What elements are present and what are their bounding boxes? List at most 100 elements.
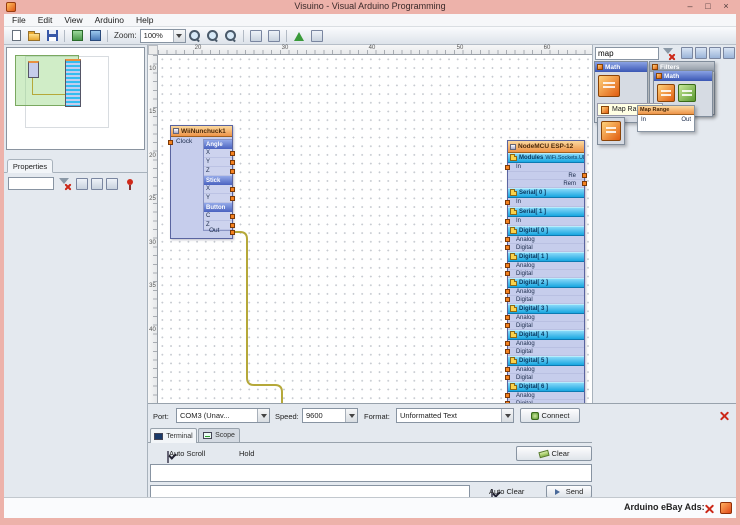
ebay-ad-icon[interactable] xyxy=(720,502,732,514)
map-range-icon-window[interactable] xyxy=(597,117,625,145)
remote-pin[interactable] xyxy=(582,173,587,178)
digital-pin[interactable] xyxy=(505,375,510,380)
connect-button[interactable]: Connect xyxy=(520,408,580,423)
expand-all-icon[interactable] xyxy=(106,178,118,190)
close-panel-icon[interactable] xyxy=(719,410,730,421)
angle-x-pin[interactable] xyxy=(230,151,235,156)
angle-z-pin[interactable] xyxy=(230,169,235,174)
component-search-input[interactable] xyxy=(595,47,659,60)
serial1-in-pin[interactable] xyxy=(505,219,510,224)
button-c-pin[interactable] xyxy=(230,214,235,219)
pin-panel-icon[interactable] xyxy=(124,178,136,190)
menu-arduino[interactable]: Arduino xyxy=(89,15,130,25)
analog-pin[interactable] xyxy=(505,341,510,346)
menu-file[interactable]: File xyxy=(6,15,32,25)
digital4-section[interactable]: Digital[ 4 ] xyxy=(508,330,584,340)
compile-button[interactable] xyxy=(290,28,308,44)
palette-tabs-icon[interactable] xyxy=(723,47,735,59)
stick-y-pin[interactable] xyxy=(230,196,235,201)
port-dropdown-button[interactable] xyxy=(257,409,269,422)
math-window-titlebar[interactable]: Math xyxy=(595,62,647,72)
overview-minimap[interactable] xyxy=(6,47,145,150)
analog-pin[interactable] xyxy=(505,367,510,372)
zoom-in-button[interactable] xyxy=(186,28,204,44)
palette-tree-icon[interactable] xyxy=(709,47,721,59)
out-pin[interactable] xyxy=(230,230,235,235)
close-ads-icon[interactable] xyxy=(704,503,715,514)
analog-pin[interactable] xyxy=(505,393,510,398)
speed-dropdown-button[interactable] xyxy=(345,409,357,422)
modules-section[interactable]: Modules WiFi.Sockets.UD xyxy=(508,153,584,163)
menu-edit[interactable]: Edit xyxy=(32,15,59,25)
clear-button[interactable]: Clear xyxy=(516,446,592,461)
components-button[interactable] xyxy=(68,28,86,44)
tab-properties[interactable]: Properties xyxy=(7,159,53,173)
tab-scope[interactable]: Scope xyxy=(198,428,240,442)
serial0-in-pin[interactable] xyxy=(505,200,510,205)
map-range-component-icon[interactable] xyxy=(601,121,621,141)
category-view-icon[interactable] xyxy=(76,178,88,190)
port-select[interactable]: COM3 (Unav... xyxy=(176,408,270,423)
digital6-section[interactable]: Digital[ 6 ] xyxy=(508,382,584,392)
serial1-section[interactable]: Serial[ 1 ] xyxy=(508,207,584,217)
design-canvas[interactable]: WiiNunchuck1 Clock Angle X Y Z Stick X Y… xyxy=(158,55,592,403)
tab-terminal[interactable]: Terminal xyxy=(150,428,197,443)
palette-list-icon[interactable] xyxy=(695,47,707,59)
minimize-button[interactable]: – xyxy=(681,0,699,13)
math-component-icon[interactable] xyxy=(657,84,675,102)
math-component-icon[interactable] xyxy=(598,75,620,97)
analog-pin[interactable] xyxy=(505,289,510,294)
zoom-fit-button[interactable] xyxy=(222,28,240,44)
digital2-section[interactable]: Digital[ 2 ] xyxy=(508,278,584,288)
analog-pin[interactable] xyxy=(505,237,510,242)
serial0-section[interactable]: Serial[ 0 ] xyxy=(508,188,584,198)
stick-x-pin[interactable] xyxy=(230,187,235,192)
properties-filter-icon[interactable] xyxy=(58,177,71,190)
analog-pin[interactable] xyxy=(505,263,510,268)
analog-pin[interactable] xyxy=(505,315,510,320)
digital-pin[interactable] xyxy=(505,297,510,302)
snap-toggle-button[interactable] xyxy=(265,28,283,44)
palette-view-icon[interactable] xyxy=(681,47,693,59)
open-button[interactable] xyxy=(25,28,43,44)
digital-pin[interactable] xyxy=(505,323,510,328)
digital-pin[interactable] xyxy=(505,349,510,354)
nodemcu-component[interactable]: NodeMCU ESP-12 Modules WiFi.Sockets.UD I… xyxy=(505,140,587,403)
format-dropdown-button[interactable] xyxy=(501,409,513,422)
speed-select[interactable]: 9600 xyxy=(302,408,358,423)
digital3-section[interactable]: Digital[ 3 ] xyxy=(508,304,584,314)
nodemcu-header[interactable]: NodeMCU ESP-12 xyxy=(508,141,584,153)
format-select[interactable]: Unformatted Text xyxy=(396,408,514,423)
math-component-icon[interactable] xyxy=(678,84,696,102)
title-bar[interactable]: Visuino - Visual Arduino Programming – □… xyxy=(0,0,740,14)
zoom-select[interactable]: 100% xyxy=(139,28,186,43)
settings-button[interactable] xyxy=(308,28,326,44)
menu-view[interactable]: View xyxy=(58,15,88,25)
menu-help[interactable]: Help xyxy=(130,15,159,25)
new-button[interactable] xyxy=(7,28,25,44)
remote-pin[interactable] xyxy=(582,181,587,186)
digital0-section[interactable]: Digital[ 0 ] xyxy=(508,226,584,236)
wiinunchuck-component[interactable]: WiiNunchuck1 Clock Angle X Y Z Stick X Y… xyxy=(168,125,235,239)
terminal-output[interactable] xyxy=(150,464,592,482)
angle-y-pin[interactable] xyxy=(230,160,235,165)
in-pin[interactable] xyxy=(505,165,510,170)
grid-toggle-button[interactable] xyxy=(247,28,265,44)
properties-filter-input[interactable] xyxy=(8,177,54,190)
zoom-dropdown-button[interactable] xyxy=(172,29,185,42)
clock-pin[interactable] xyxy=(168,140,173,145)
alphabetical-view-icon[interactable] xyxy=(91,178,103,190)
maximize-button[interactable]: □ xyxy=(699,0,717,13)
board-button[interactable] xyxy=(86,28,104,44)
digital1-section[interactable]: Digital[ 1 ] xyxy=(508,252,584,262)
digital-pin[interactable] xyxy=(505,271,510,276)
save-button[interactable] xyxy=(43,28,61,44)
button-z-pin[interactable] xyxy=(230,223,235,228)
clear-search-filter-icon[interactable] xyxy=(662,47,675,60)
digital5-section[interactable]: Digital[ 5 ] xyxy=(508,356,584,366)
math2-window-titlebar[interactable]: Math xyxy=(654,71,712,81)
wiinunchuck-header[interactable]: WiiNunchuck1 xyxy=(171,126,232,137)
digital-pin[interactable] xyxy=(505,245,510,250)
zoom-out-button[interactable] xyxy=(204,28,222,44)
close-button[interactable]: × xyxy=(717,0,735,13)
